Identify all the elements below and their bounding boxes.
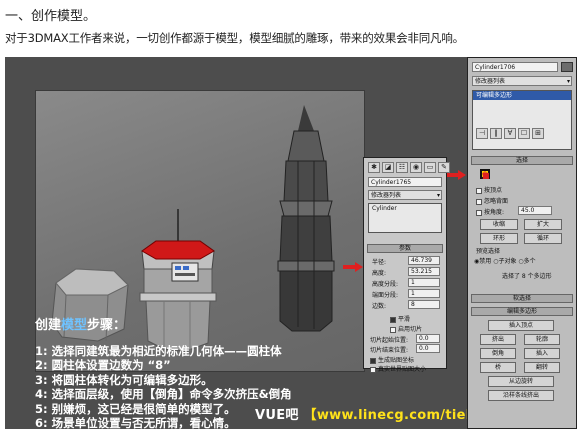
preview-options[interactable]: ◉禁用 ○子对象 ○多个 [474,256,536,265]
modify-tab-icon[interactable]: ◪ [382,162,394,173]
step-line: 5: 别嫌烦，这已经是很简单的模型了。 [35,401,236,416]
angle-spinner[interactable]: 45.0 [518,206,552,215]
modifier-list-dropdown[interactable]: 修改器列表 [472,76,572,86]
panel-tabs: ✱ ◪ ☷ ◉ ▭ ✎ [368,162,450,173]
extrude-along-spline-button[interactable]: 沿样条线挤出 [488,390,554,401]
remove-modifier-icon[interactable]: ☐ [518,128,530,139]
shrink-button[interactable]: 收缩 [480,219,518,230]
element-level-icon[interactable]: ◈ [480,169,490,179]
by-angle-checkbox[interactable]: 按角度: [476,207,504,216]
slice-on-checkbox[interactable]: 启用切片 [390,324,422,333]
soft-selection-rollout-header[interactable]: 软选择 [471,294,573,303]
gen-mapping-checkbox[interactable]: 生成贴图坐标 [370,355,414,364]
real-world-checkbox[interactable]: 真实世界贴图大小 [370,364,426,373]
make-unique-icon[interactable]: ∀ [504,128,516,139]
loop-button[interactable]: 循环 [524,233,562,244]
subobject-levels: ∴ ◁ ◇ ■ ◈ [480,169,490,180]
bevel-button[interactable]: 倒角 [480,348,516,359]
object-color-swatch[interactable] [561,62,573,72]
step-line: 6: 场景单位设置与否无所谓，看心情。 [35,416,236,429]
preview-selection-label: 预览选择 [476,248,501,255]
height-spinner[interactable]: 53.215 [408,267,440,276]
show-end-result-icon[interactable]: ‖ [490,128,502,139]
stack-tools: ⊣ ‖ ∀ ☐ ⊞ [476,128,544,139]
selection-count: 选择了 8 个多边形 [502,273,552,280]
edit-polygons-rollout-header[interactable]: 编辑多边形 [471,307,573,316]
article-intro: 对于3DMAX工作者来说，一切创作都源于模型，模型细腻的雕琢，带来的效果会非同凡… [5,31,464,45]
create-tab-icon[interactable]: ✱ [368,162,380,173]
step-line: 2: 圆柱体设置边数为 “8” [35,358,171,372]
extrude-button[interactable]: 挤出 [480,334,516,345]
height-segments-spinner[interactable]: 1 [408,278,440,287]
step-line: 1: 选择同建筑最为相近的标准几何体——圆柱体 [35,343,282,358]
param-label: 切片起始位置: [370,337,409,344]
param-label: 半径: [372,259,387,266]
hinge-from-edge-button[interactable]: 从边旋转 [488,376,554,387]
params-rollout-header[interactable]: 参数 [367,244,443,253]
modify-panel-editable-poly: Cylinder1706 修改器列表 可编辑多边形 ⊣ ‖ ∀ ☐ ⊞ 选择 ∴… [467,57,577,429]
article-heading: 一、创作模型。 [5,9,97,24]
steps-title: 创建模型步骤： [35,318,127,333]
bridge-button[interactable]: 桥 [480,362,516,373]
tutorial-screenshot: 创建模型步骤： 1: 选择同建筑最为相近的标准几何体——圆柱体 2: 圆柱体设置… [5,57,577,429]
utilities-tab-icon[interactable]: ✎ [438,162,450,173]
slice-to-spinner[interactable]: 0.0 [416,344,440,353]
arrow-right-icon [343,262,363,272]
param-label: 高度: [372,270,387,277]
modifier-list-dropdown[interactable]: 修改器列表 [368,190,442,200]
display-tab-icon[interactable]: ▭ [424,162,436,173]
inset-button[interactable]: 插入 [524,348,560,359]
step-line: 3: 将圆柱体转化为可编辑多边形。 [35,372,213,387]
by-vertex-checkbox[interactable]: 按顶点 [476,185,502,194]
pin-stack-icon[interactable]: ⊣ [476,128,488,139]
smooth-checkbox[interactable]: 平滑 [390,314,410,323]
param-label: 切片结束位置: [370,347,409,354]
sides-spinner[interactable]: 8 [408,300,440,309]
slice-from-spinner[interactable]: 0.0 [416,334,440,343]
stack-item[interactable]: 可编辑多边形 [473,91,571,100]
hierarchy-tab-icon[interactable]: ☷ [396,162,408,173]
modifier-stack: 可编辑多边形 [472,90,572,150]
outline-button[interactable]: 轮廓 [524,334,560,345]
grow-button[interactable]: 扩大 [524,219,562,230]
flip-button[interactable]: 翻转 [524,362,560,373]
param-label: 边数: [372,303,387,310]
param-label: 端面分段: [372,292,399,299]
radius-spinner[interactable]: 46.739 [408,256,440,265]
modify-panel-cylinder: ✱ ◪ ☷ ◉ ▭ ✎ Cylinder1765 修改器列表 Cylinder … [363,157,450,373]
spire-tower-model [277,105,335,332]
steps-block: 创建模型步骤： 1: 选择同建筑最为相近的标准几何体——圆柱体 2: 圆柱体设置… [35,318,292,429]
step-line: 4: 选择面层级，使用【倒角】命令多次挤压&倒角 [35,387,292,401]
configure-sets-icon[interactable]: ⊞ [532,128,544,139]
object-name-field[interactable]: Cylinder1765 [368,177,442,187]
stack-item[interactable]: Cylinder [369,204,441,213]
motion-tab-icon[interactable]: ◉ [410,162,422,173]
param-label: 高度分段: [372,281,399,288]
object-name-field[interactable]: Cylinder1706 [472,62,558,72]
selection-rollout-header[interactable]: 选择 [471,156,573,165]
ring-button[interactable]: 环形 [480,233,518,244]
insert-vertex-button[interactable]: 插入顶点 [488,320,554,331]
modifier-stack: Cylinder [368,203,442,233]
ignore-backfacing-checkbox[interactable]: 忽略背面 [476,196,508,205]
cap-segments-spinner[interactable]: 1 [408,289,440,298]
